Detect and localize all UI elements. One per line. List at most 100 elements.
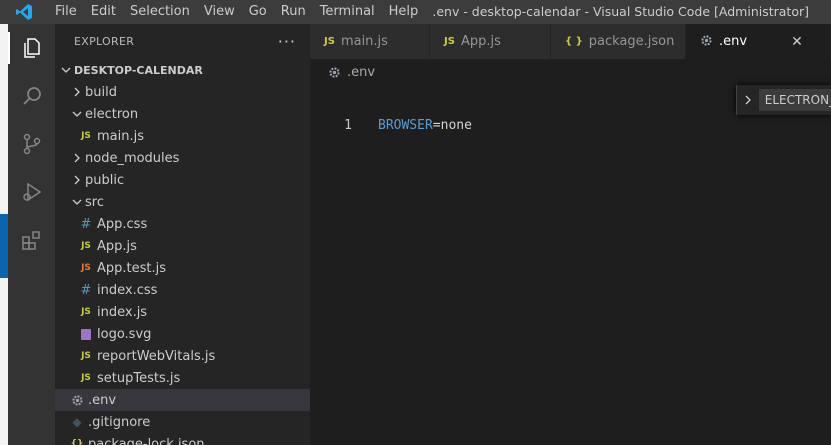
- tree-item-label: App.js: [97, 238, 137, 254]
- tree-folder-src[interactable]: src: [55, 191, 310, 213]
- js-file-icon: JS: [81, 351, 91, 361]
- tree-item-label: logo.svg: [97, 326, 152, 342]
- code-editor[interactable]: 1 BROWSER=none: [310, 85, 831, 445]
- tree-file-logo-svg[interactable]: logo.svg: [55, 323, 310, 345]
- tree-item-label: index.css: [97, 282, 158, 298]
- tree-item-label: main.js: [97, 128, 144, 144]
- tree-item-label: public: [85, 172, 125, 188]
- menu-selection[interactable]: Selection: [123, 0, 197, 24]
- chevron-down-icon: [69, 197, 85, 207]
- tree-item-label: build: [85, 84, 117, 100]
- workspace-root[interactable]: DESKTOP-CALENDAR: [55, 59, 310, 81]
- workspace-root-label: DESKTOP-CALENDAR: [74, 63, 203, 77]
- tree-file-main-js[interactable]: JS main.js: [55, 125, 310, 147]
- tree-file-app-css[interactable]: # App.css: [55, 213, 310, 235]
- vscode-logo-icon: [0, 0, 48, 24]
- line-number: 1: [344, 117, 352, 133]
- active-indicator: [8, 32, 10, 64]
- tree-item-label: package-lock.json: [88, 436, 205, 445]
- explorer-icon[interactable]: [16, 32, 48, 64]
- gear-icon: [700, 34, 713, 50]
- menu-terminal[interactable]: Terminal: [313, 0, 382, 24]
- tree-item-label: index.js: [97, 304, 148, 320]
- css-file-icon: #: [80, 282, 92, 298]
- tree-folder-public[interactable]: public: [55, 169, 310, 191]
- activity-bar: [8, 24, 55, 445]
- env-value: none: [440, 117, 472, 133]
- tree-folder-node-modules[interactable]: node_modules: [55, 147, 310, 169]
- tree-file-index-js[interactable]: JS index.js: [55, 301, 310, 323]
- extensions-icon[interactable]: [16, 224, 48, 256]
- chevron-right-icon[interactable]: [737, 95, 759, 105]
- gear-icon: [328, 66, 341, 79]
- json-file-icon: { }: [565, 36, 583, 47]
- code-text: BROWSER=none: [378, 118, 472, 133]
- tree-file-index-css[interactable]: # index.css: [55, 279, 310, 301]
- tree-item-label: src: [85, 194, 104, 210]
- tab-label: App.js: [460, 34, 501, 49]
- chevron-right-icon: [69, 175, 85, 185]
- tab-env[interactable]: .env ✕: [686, 24, 831, 59]
- chevron-right-icon: [69, 87, 85, 97]
- tab-label: package.json: [588, 34, 675, 49]
- search-icon[interactable]: [16, 80, 48, 112]
- tree-item-label: .env: [88, 392, 117, 408]
- menu-run[interactable]: Run: [274, 0, 313, 24]
- js-file-icon: JS: [324, 36, 335, 47]
- css-file-icon: #: [80, 216, 92, 232]
- breadcrumb-file: .env: [347, 64, 376, 80]
- menu-bar: File Edit Selection View Go Run Terminal…: [48, 0, 425, 24]
- env-operator: =: [432, 117, 441, 133]
- tree-file-app-test-js[interactable]: JS App.test.js: [55, 257, 310, 279]
- tab-label: main.js: [340, 34, 388, 49]
- git-file-icon: ◆: [72, 415, 82, 429]
- tree-file-reportwebvitals-js[interactable]: JS reportWebVitals.js: [55, 345, 310, 367]
- run-debug-icon[interactable]: [16, 176, 48, 208]
- vscode-window: File Edit Selection View Go Run Terminal…: [0, 0, 831, 445]
- chevron-right-icon: [69, 153, 85, 163]
- more-actions-icon[interactable]: ···: [278, 32, 296, 51]
- tree-file-package-lock-json[interactable]: {} package-lock.json: [55, 433, 310, 445]
- menu-go[interactable]: Go: [242, 0, 274, 24]
- tab-main-js[interactable]: JS main.js: [310, 24, 430, 59]
- background-window-strip: [0, 24, 8, 445]
- chevron-down-icon: [58, 65, 74, 75]
- editor-tabs: JS main.js JS App.js { } package.json .e…: [310, 24, 831, 59]
- tree-file-app-js[interactable]: JS App.js: [55, 235, 310, 257]
- tree-file-env[interactable]: .env: [55, 389, 310, 411]
- tree-item-label: setupTests.js: [97, 370, 181, 386]
- tree-folder-electron[interactable]: electron: [55, 103, 310, 125]
- tab-package-json[interactable]: { } package.json: [551, 24, 686, 59]
- window-title: .env - desktop-calendar - Visual Studio …: [432, 4, 809, 19]
- menu-help[interactable]: Help: [382, 0, 426, 24]
- menu-edit[interactable]: Edit: [84, 0, 123, 24]
- test-file-icon: JS: [81, 263, 91, 273]
- tree-item-label: App.css: [97, 216, 148, 232]
- tree-item-label: reportWebVitals.js: [97, 348, 216, 364]
- tree-file-gitignore[interactable]: ◆ .gitignore: [55, 411, 310, 433]
- tree-item-label: node_modules: [85, 150, 180, 166]
- menu-file[interactable]: File: [48, 0, 84, 24]
- gear-icon: [69, 394, 85, 407]
- tree-item-label: .gitignore: [88, 414, 151, 430]
- source-control-icon[interactable]: [16, 128, 48, 160]
- chevron-down-icon: [69, 109, 85, 119]
- tab-label: .env: [719, 34, 748, 49]
- tree-item-label: App.test.js: [97, 260, 167, 276]
- tree-file-setuptests-js[interactable]: JS setupTests.js: [55, 367, 310, 389]
- js-file-icon: JS: [81, 241, 91, 251]
- outline-widget-label: ELECTRON_START_URL: [758, 89, 831, 111]
- js-file-icon: JS: [444, 36, 455, 47]
- svg-file-icon: [78, 328, 94, 340]
- tab-app-js[interactable]: JS App.js: [430, 24, 551, 59]
- tree-folder-build[interactable]: build: [55, 81, 310, 103]
- js-file-icon: JS: [81, 131, 91, 141]
- outline-widget[interactable]: ELECTRON_START_URL: [736, 85, 831, 115]
- js-file-icon: JS: [81, 373, 91, 383]
- menu-view[interactable]: View: [197, 0, 242, 24]
- explorer-title: EXPLORER: [74, 35, 135, 48]
- json-file-icon: {}: [70, 439, 84, 445]
- breadcrumb[interactable]: .env: [310, 59, 375, 85]
- js-file-icon: JS: [81, 307, 91, 317]
- close-icon[interactable]: ✕: [791, 34, 803, 50]
